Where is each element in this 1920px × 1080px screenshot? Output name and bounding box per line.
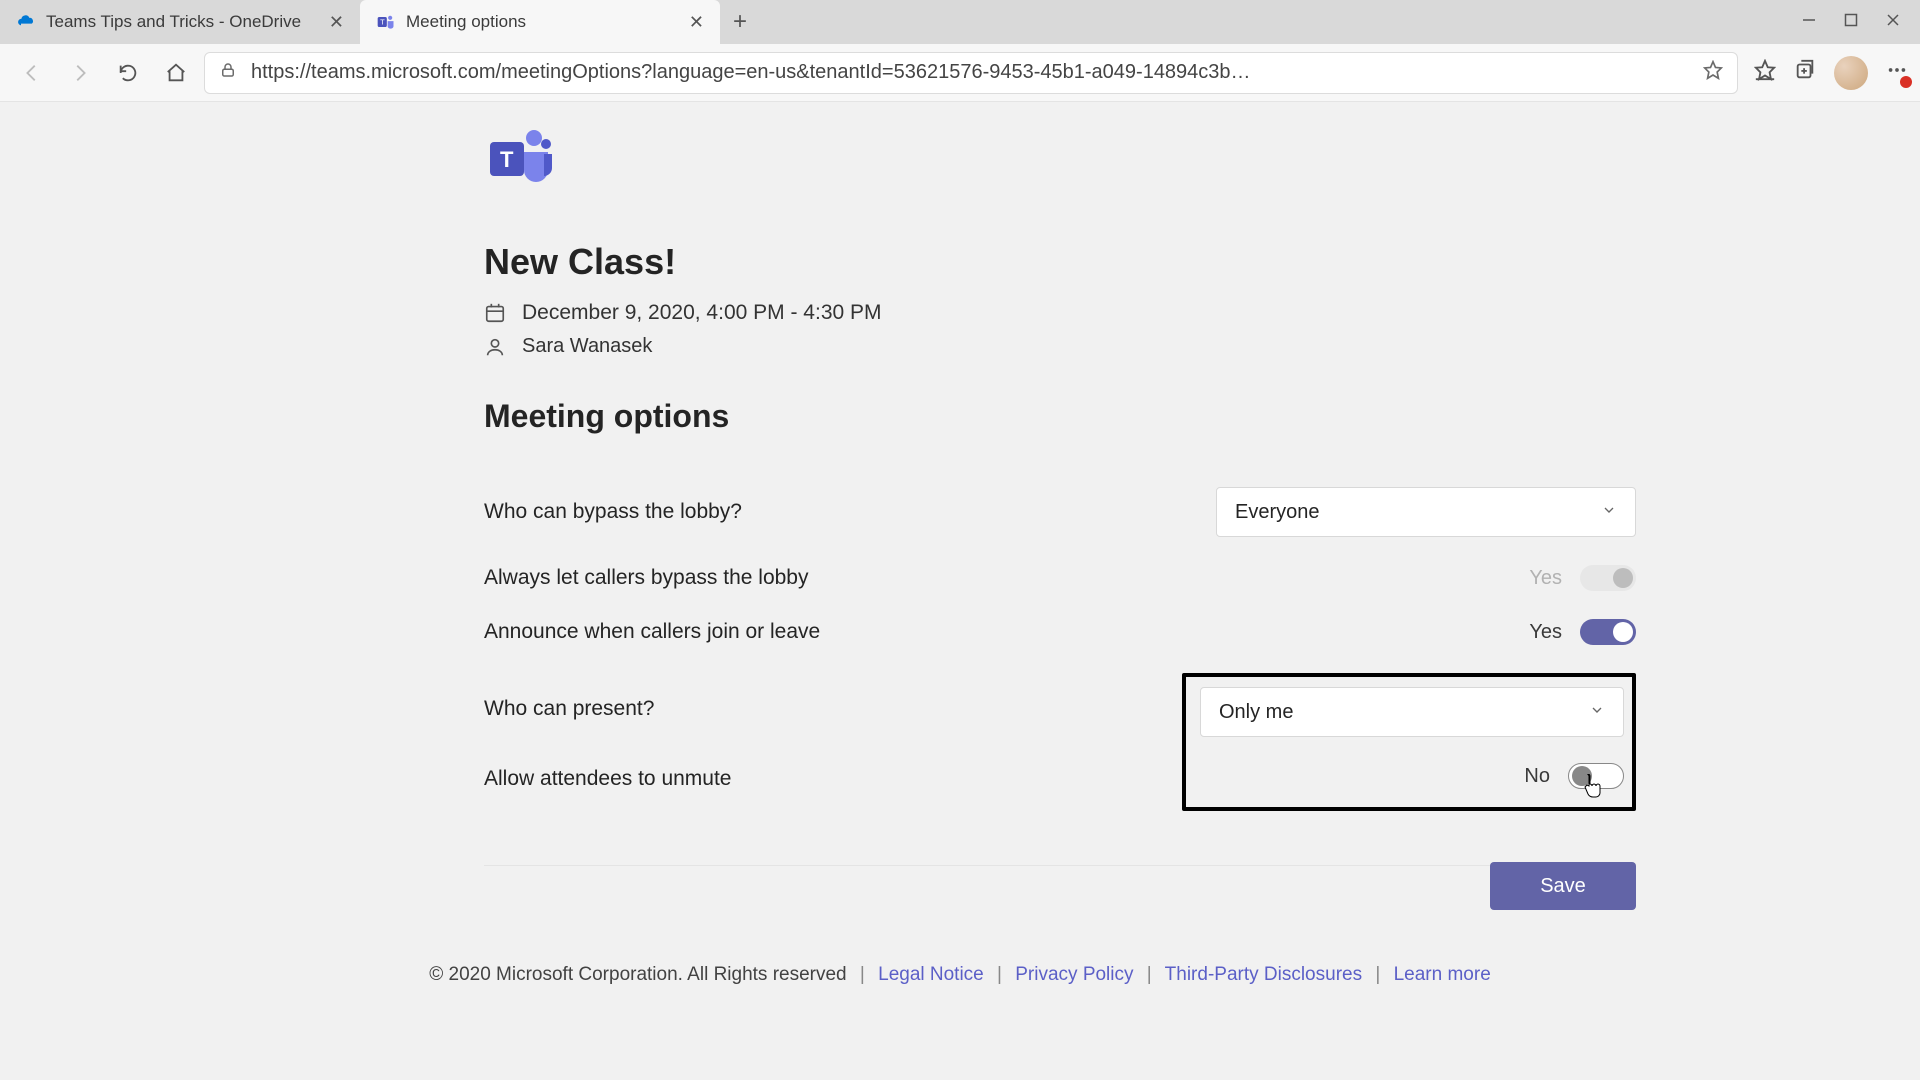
privacy-policy-link[interactable]: Privacy Policy bbox=[1015, 964, 1133, 985]
option-announce: Announce when callers join or leave Yes bbox=[484, 605, 1636, 659]
learn-more-link[interactable]: Learn more bbox=[1394, 964, 1491, 985]
tab-title: Meeting options bbox=[406, 12, 679, 32]
extension-icons bbox=[1746, 56, 1908, 90]
page-viewport: T New Class! December 9, 2020, 4:00 PM -… bbox=[0, 102, 1920, 1080]
meeting-time-text: December 9, 2020, 4:00 PM - 4:30 PM bbox=[522, 301, 882, 325]
legal-notice-link[interactable]: Legal Notice bbox=[878, 964, 984, 985]
window-controls bbox=[1782, 0, 1920, 44]
present-dropdown[interactable]: Only me bbox=[1200, 687, 1624, 737]
option-label: Who can present? bbox=[484, 673, 1196, 721]
favorite-icon[interactable] bbox=[1703, 60, 1723, 85]
option-label: Who can bypass the lobby? bbox=[484, 500, 1216, 524]
chevron-down-icon bbox=[1589, 701, 1605, 724]
notification-badge bbox=[1900, 76, 1912, 88]
highlight-annotation: Only me No bbox=[1182, 673, 1636, 811]
third-party-link[interactable]: Third-Party Disclosures bbox=[1165, 964, 1362, 985]
unmute-toggle[interactable] bbox=[1568, 763, 1624, 789]
browser-tabstrip: Teams Tips and Tricks - OneDrive ✕ T Mee… bbox=[0, 0, 1920, 44]
svg-text:T: T bbox=[380, 18, 385, 27]
organizer-row: Sara Wanasek bbox=[484, 335, 1536, 358]
tab-title: Teams Tips and Tricks - OneDrive bbox=[46, 12, 319, 32]
calendar-icon bbox=[484, 302, 506, 324]
lobby-bypass-dropdown[interactable]: Everyone bbox=[1216, 487, 1636, 537]
toggle-value-text: No bbox=[1524, 765, 1550, 788]
refresh-button[interactable] bbox=[108, 53, 148, 93]
back-button[interactable] bbox=[12, 53, 52, 93]
browser-tab-onedrive[interactable]: Teams Tips and Tricks - OneDrive ✕ bbox=[0, 0, 360, 44]
favorites-bar-icon[interactable] bbox=[1754, 59, 1776, 86]
more-menu-icon[interactable] bbox=[1886, 59, 1908, 86]
dropdown-value: Only me bbox=[1219, 701, 1293, 724]
lock-icon[interactable] bbox=[219, 61, 237, 84]
close-window-icon[interactable] bbox=[1886, 13, 1900, 32]
section-title: Meeting options bbox=[484, 398, 1536, 435]
new-tab-button[interactable]: + bbox=[720, 0, 760, 44]
option-label: Announce when callers join or leave bbox=[484, 620, 1529, 644]
footer: © 2020 Microsoft Corporation. All Rights… bbox=[384, 964, 1536, 986]
browser-toolbar: https://teams.microsoft.com/meetingOptio… bbox=[0, 44, 1920, 102]
option-label: Always let callers bypass the lobby bbox=[484, 566, 1529, 590]
teams-logo: T bbox=[484, 124, 1536, 197]
person-icon bbox=[484, 336, 506, 358]
browser-tab-meeting-options[interactable]: T Meeting options ✕ bbox=[360, 0, 720, 44]
address-bar[interactable]: https://teams.microsoft.com/meetingOptio… bbox=[204, 52, 1738, 94]
home-button[interactable] bbox=[156, 53, 196, 93]
maximize-icon[interactable] bbox=[1844, 13, 1858, 32]
chevron-down-icon bbox=[1601, 501, 1617, 524]
toggle-value-text: Yes bbox=[1529, 567, 1562, 590]
option-lobby-bypass: Who can bypass the lobby? Everyone bbox=[484, 473, 1636, 551]
collections-icon[interactable] bbox=[1794, 59, 1816, 86]
option-callers-bypass: Always let callers bypass the lobby Yes bbox=[484, 551, 1636, 605]
copyright-text: © 2020 Microsoft Corporation. All Rights… bbox=[429, 964, 846, 985]
url-text: https://teams.microsoft.com/meetingOptio… bbox=[251, 61, 1689, 84]
meeting-time-row: December 9, 2020, 4:00 PM - 4:30 PM bbox=[484, 301, 1536, 325]
callers-bypass-toggle bbox=[1580, 565, 1636, 591]
save-button[interactable]: Save bbox=[1490, 862, 1636, 910]
profile-avatar[interactable] bbox=[1834, 56, 1868, 90]
announce-toggle[interactable] bbox=[1580, 619, 1636, 645]
organizer-name: Sara Wanasek bbox=[522, 335, 652, 358]
minimize-icon[interactable] bbox=[1802, 13, 1816, 32]
close-icon[interactable]: ✕ bbox=[689, 12, 704, 33]
toggle-value-text: Yes bbox=[1529, 621, 1562, 644]
meeting-name: New Class! bbox=[484, 241, 1536, 283]
teams-icon: T bbox=[376, 12, 396, 32]
onedrive-icon bbox=[16, 12, 36, 32]
option-present: Who can present? Only me No bbox=[484, 659, 1636, 825]
close-icon[interactable]: ✕ bbox=[329, 12, 344, 33]
dropdown-value: Everyone bbox=[1235, 501, 1320, 524]
svg-text:T: T bbox=[500, 147, 514, 172]
forward-button[interactable] bbox=[60, 53, 100, 93]
